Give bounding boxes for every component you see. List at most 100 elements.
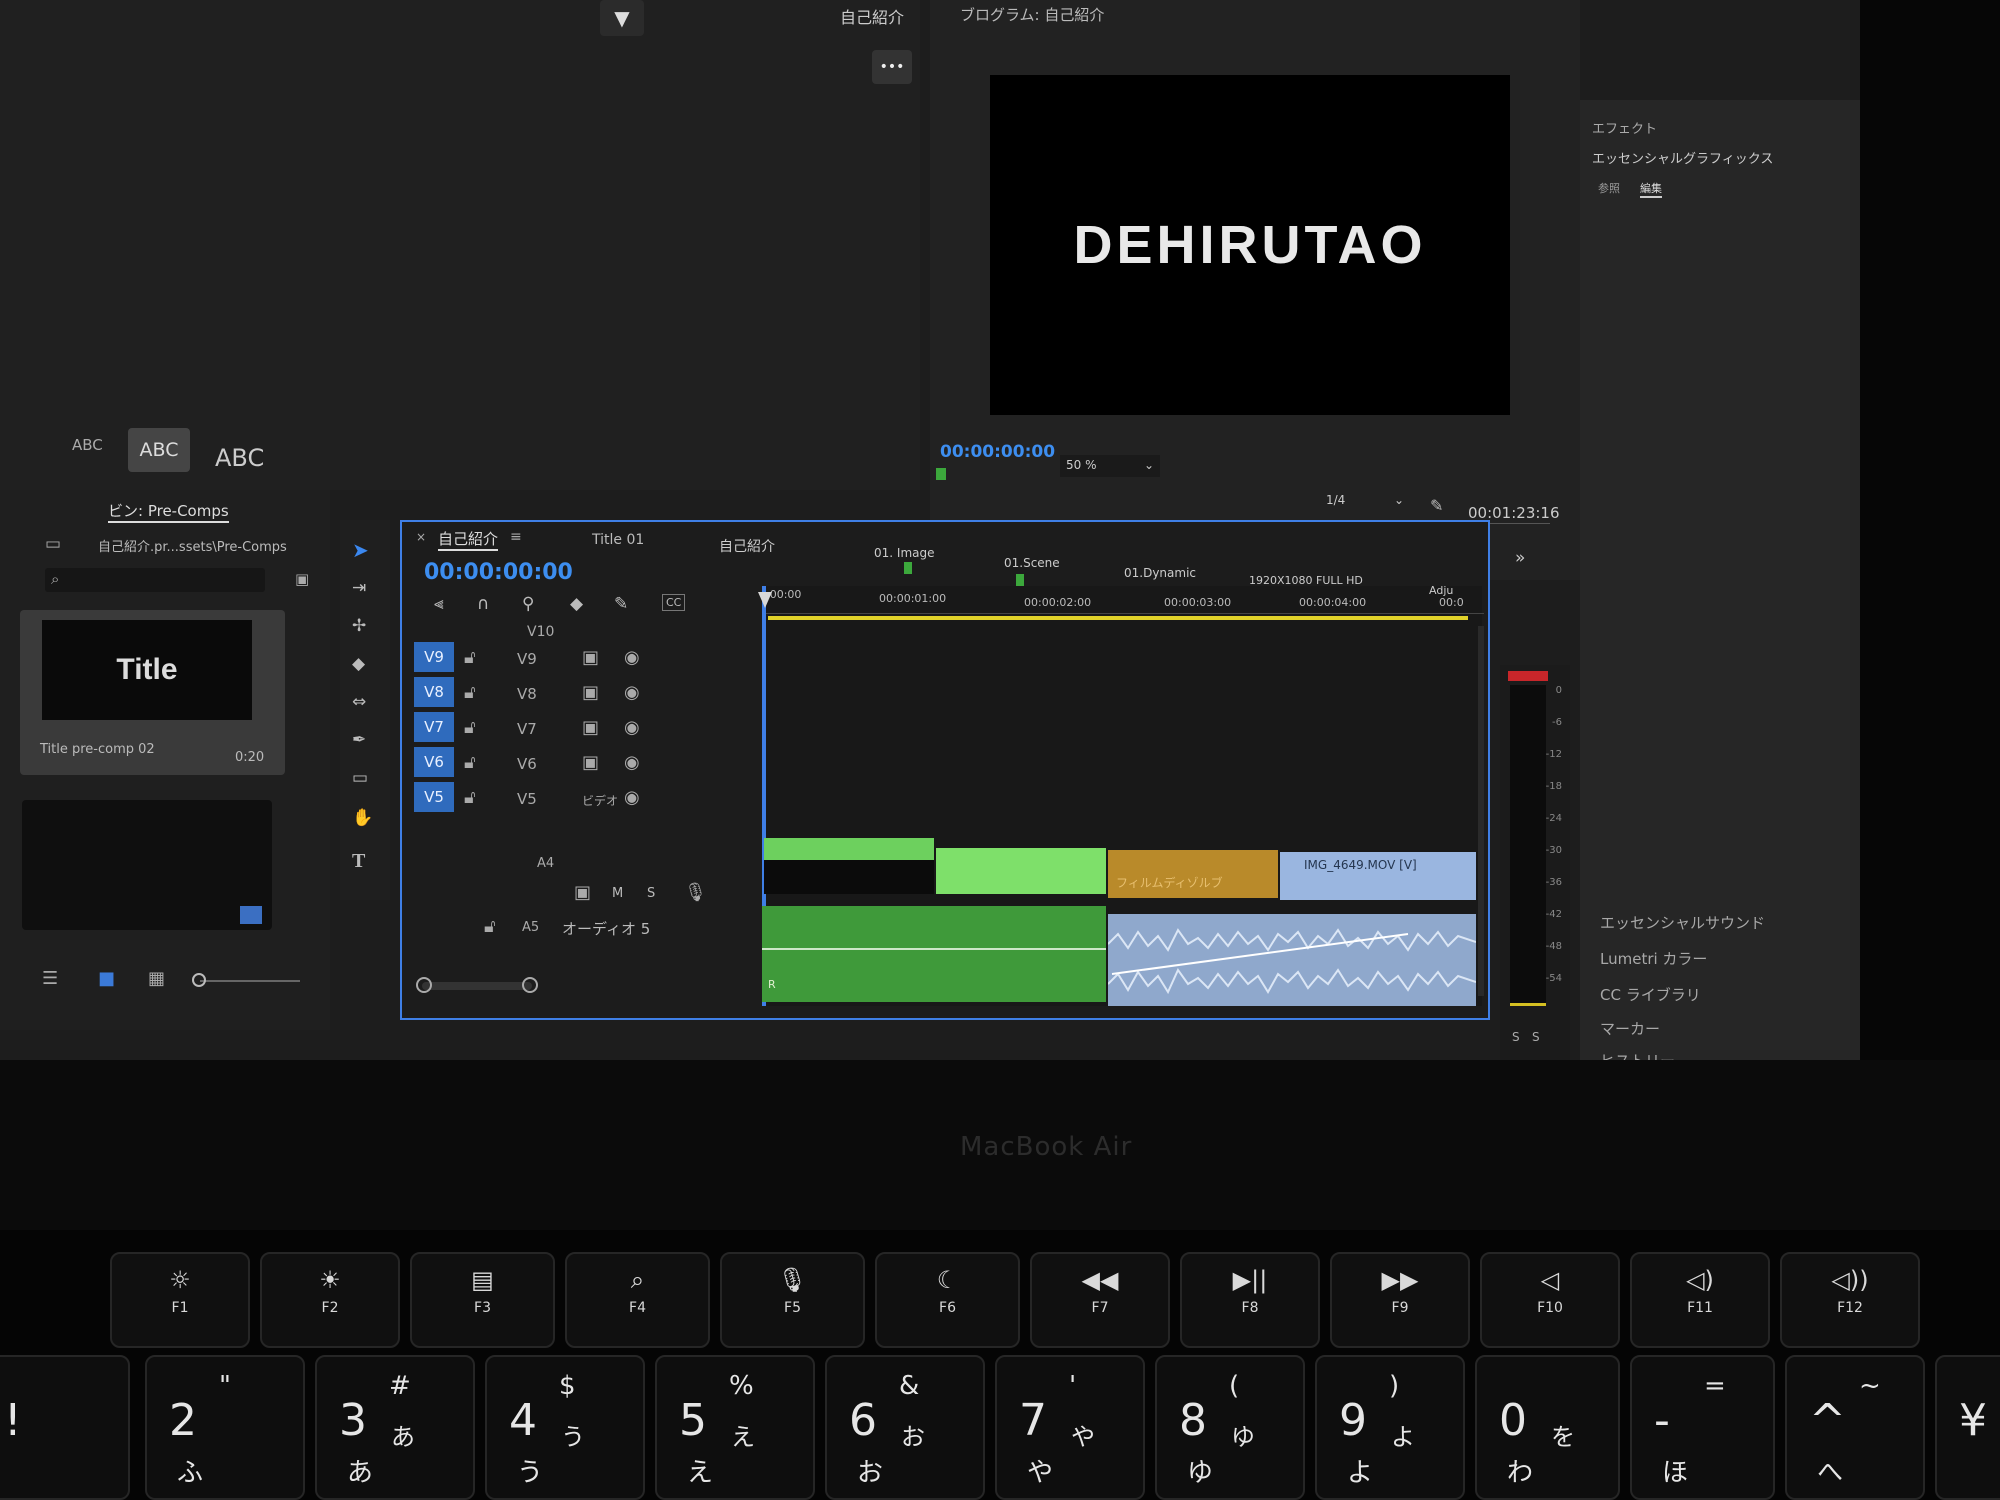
title-precomp-clip[interactable]: Title pre-comp 01 [V]	[764, 838, 934, 894]
sequence-marker[interactable]: 01.Scene	[1004, 556, 1060, 570]
key-8[interactable]: 8 ( ゆ ゆ	[1155, 1355, 1305, 1500]
key-f5[interactable]: 🎙 F5	[720, 1252, 865, 1348]
lock-icon[interactable]: 🔓︎	[464, 752, 476, 773]
bin-tab[interactable]: ビン: Pre-Comps	[108, 500, 229, 523]
key-f2[interactable]: ☀ F2	[260, 1252, 400, 1348]
sync-lock-icon[interactable]: ▣	[582, 717, 599, 738]
filter-icon[interactable]: ▼	[600, 0, 644, 36]
lock-icon[interactable]: 🔓︎	[464, 717, 476, 738]
key-0[interactable]: 0 を わ	[1475, 1355, 1620, 1500]
hand-tool-icon[interactable]: ✋	[352, 808, 373, 828]
menu-lumetri-color[interactable]: Lumetri カラー	[1600, 948, 1707, 969]
timeline-tab-menu-icon[interactable]: ≡	[510, 529, 522, 545]
edit-subtab[interactable]: 編集	[1640, 180, 1662, 198]
key-4[interactable]: 4 $ う う	[485, 1355, 645, 1500]
lock-icon[interactable]: 🔓︎	[464, 682, 476, 703]
lock-icon[interactable]: 🔓︎	[484, 916, 496, 937]
menu-history[interactable]: ヒストリー	[1600, 1050, 1675, 1060]
thumbnail-size-slider[interactable]	[192, 973, 300, 987]
track-target-toggle[interactable]: V8	[414, 677, 454, 707]
green-clip[interactable]	[936, 848, 1106, 894]
timeline-timecode[interactable]: 00:00:00:00	[424, 560, 573, 585]
solo-button[interactable]: S	[647, 886, 655, 901]
horizontal-zoom-scrollbar[interactable]	[416, 977, 538, 993]
key-7[interactable]: 7 ' や や	[995, 1355, 1145, 1500]
slip-tool-icon[interactable]: ⇔	[352, 692, 366, 712]
add-marker-icon[interactable]: ◆	[570, 594, 583, 614]
lock-icon[interactable]: 🔓︎	[464, 787, 476, 808]
vertical-scrollbar[interactable]	[1478, 626, 1484, 996]
new-bin-icon[interactable]: ▣	[295, 570, 309, 588]
key-f4[interactable]: ⌕ F4	[565, 1252, 710, 1348]
key-f8[interactable]: ▶|| F8	[1180, 1252, 1320, 1348]
program-timecode[interactable]: 00:00:00:00	[940, 442, 1055, 462]
key-caret[interactable]: ^ ~ へ	[1785, 1355, 1925, 1500]
effects-tab[interactable]: エフェクト	[1592, 118, 1657, 137]
key-2[interactable]: 2 " ふ	[145, 1355, 305, 1500]
work-area-bar[interactable]	[768, 616, 1468, 620]
caption-style-large[interactable]: ABC	[215, 444, 264, 472]
lock-icon[interactable]: 🔓︎	[464, 647, 476, 668]
track-target-toggle[interactable]: V6	[414, 747, 454, 777]
audio-clip-green[interactable]: R	[762, 906, 1106, 1002]
key-f6[interactable]: ☾ F6	[875, 1252, 1020, 1348]
folder-icon[interactable]: ▭	[45, 534, 61, 554]
bin-item[interactable]: Title Title pre-comp 02 0:20	[20, 610, 285, 775]
browse-subtab[interactable]: 参照	[1598, 180, 1620, 196]
time-ruler[interactable]: :00:00 00:00:01:00 00:00:02:00 00:00:03:…	[764, 586, 1484, 614]
timeline-tab[interactable]: Title 01	[592, 532, 644, 548]
expand-icon[interactable]: »	[1515, 548, 1525, 568]
key-1[interactable]: !	[0, 1355, 130, 1500]
track-target-toggle[interactable]: V9	[414, 642, 454, 672]
img-mov-clip[interactable]: IMG_4649.MOV [V]	[1280, 852, 1476, 900]
captions-button[interactable]: CC	[662, 594, 686, 611]
meter-clip-indicator[interactable]	[1508, 671, 1548, 681]
key-9[interactable]: 9 ) よ よ	[1315, 1355, 1465, 1500]
sequence-marker[interactable]: 01.Dynamic	[1124, 566, 1196, 580]
scroll-handle-left[interactable]	[416, 977, 432, 993]
key-5[interactable]: 5 % え え	[655, 1355, 815, 1500]
track-target-toggle[interactable]: V5	[414, 782, 454, 812]
track-target-toggle[interactable]: V7	[414, 712, 454, 742]
key-minus[interactable]: - = ほ	[1630, 1355, 1775, 1500]
microphone-icon[interactable]: 🎙︎	[684, 882, 707, 903]
zoom-select[interactable]: 50 % ⌄	[1060, 455, 1160, 477]
sync-lock-icon[interactable]: ▣	[582, 647, 599, 668]
timeline-close-icon[interactable]: ×	[416, 530, 426, 544]
marker-flag-icon[interactable]	[1016, 574, 1024, 586]
sync-lock-icon[interactable]: ▣	[582, 682, 599, 703]
track-select-tool-icon[interactable]: ⇥	[352, 578, 366, 598]
type-tool-icon[interactable]: T	[352, 850, 365, 873]
film-dissolve-transition[interactable]: フィルムディゾルブ	[1108, 850, 1278, 898]
key-f1[interactable]: ☼ F1	[110, 1252, 250, 1348]
ripple-edit-tool-icon[interactable]: ✢	[352, 616, 366, 636]
sync-lock-icon[interactable]: ▣	[582, 752, 599, 773]
list-view-icon[interactable]: ☰	[42, 968, 58, 989]
menu-cc-libraries[interactable]: CC ライブラリ	[1600, 984, 1701, 1005]
key-3[interactable]: 3 # あ あ	[315, 1355, 475, 1500]
sequence-marker[interactable]: 01. Image	[874, 546, 934, 560]
marker-flag-icon[interactable]	[904, 562, 912, 574]
eye-icon[interactable]: ◉	[624, 787, 640, 808]
essential-graphics-tab[interactable]: エッセンシャルグラフィックス	[1592, 148, 1773, 167]
key-f12[interactable]: ◁)) F12	[1780, 1252, 1920, 1348]
selection-tool-icon[interactable]: ➤	[352, 538, 369, 562]
timeline-tracks-area[interactable]: 自己紹介 01. Image 01.Scene 01.Dynamic 1920X…	[719, 539, 1484, 1006]
pen-tool-icon[interactable]: ✒	[352, 730, 366, 750]
mute-button[interactable]: M	[612, 886, 623, 901]
menu-markers[interactable]: マーカー	[1600, 1018, 1660, 1039]
audio-clip-blue[interactable]	[1108, 914, 1476, 1006]
eye-icon[interactable]: ◉	[624, 682, 640, 703]
key-f3[interactable]: ▤ F3	[410, 1252, 555, 1348]
more-options-button[interactable]: •••	[872, 50, 912, 84]
resolution-select[interactable]: 1/4 ⌄	[1320, 490, 1410, 512]
bin-item[interactable]	[22, 800, 272, 930]
icon-view-icon[interactable]: ■	[98, 968, 115, 989]
key-f9[interactable]: ▶▶ F9	[1330, 1252, 1470, 1348]
eye-icon[interactable]: ◉	[624, 717, 640, 738]
timeline-tab-active[interactable]: 自己紹介	[438, 528, 499, 551]
bin-search-input[interactable]: ⌕	[45, 568, 265, 592]
sequence-marker[interactable]: 自己紹介	[719, 536, 775, 556]
menu-essential-sound[interactable]: エッセンシャルサウンド	[1600, 912, 1765, 933]
settings-wrench-icon[interactable]: ✎	[614, 594, 628, 614]
